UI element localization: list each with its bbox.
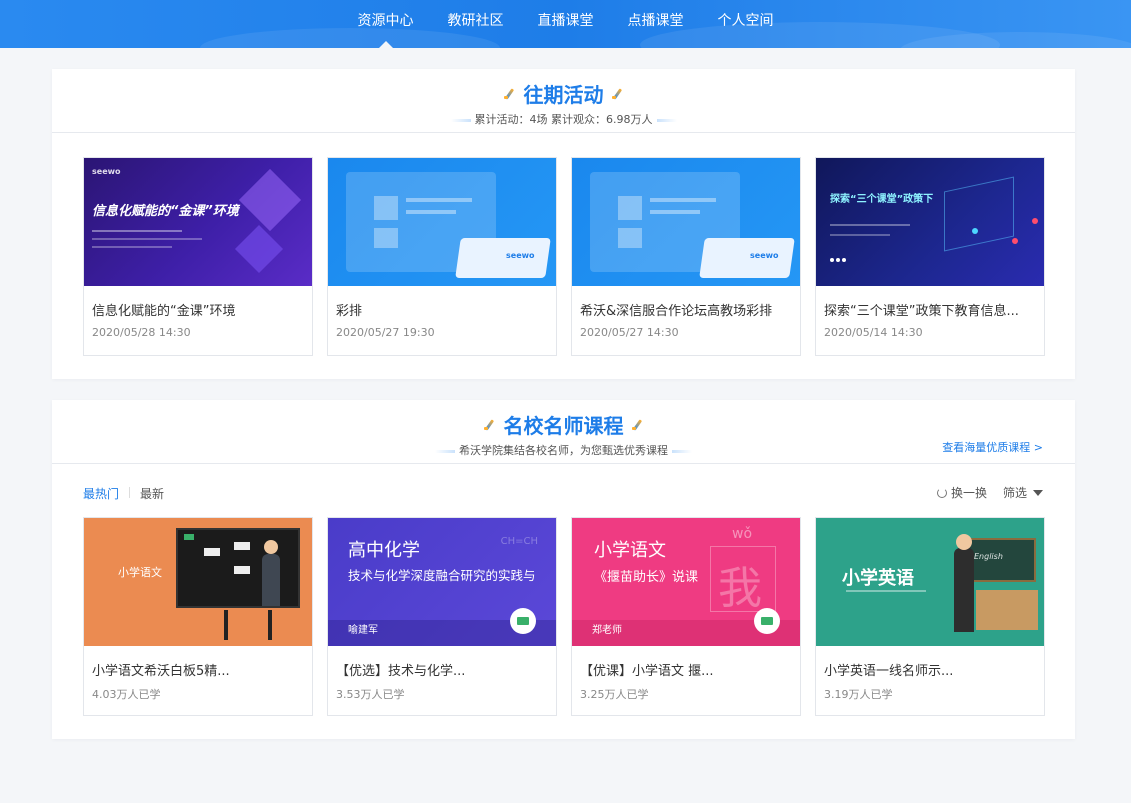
thumbnail-headline: 探索“三个课堂”政策下 xyxy=(830,194,934,205)
refresh-icon xyxy=(936,487,947,498)
seewo-logo: seewo xyxy=(506,251,535,260)
course-thumbnail: 小学语文 《揠苗助长》说课 wǒ 我 郑老师 xyxy=(572,518,800,646)
course-card[interactable]: 高中化学 技术与化学深度融合研究的实践与 CH=CH 喻建军 【优选】技术与化学… xyxy=(327,517,557,716)
course-card[interactable]: 小学英语 English 小学英语一线名师示... 3.19万人已学 xyxy=(815,517,1045,716)
more-courses-link[interactable]: 查看海量优质课程 > xyxy=(942,439,1043,455)
course-thumbnail: 小学英语 English xyxy=(816,518,1044,646)
live-badge-icon xyxy=(510,608,536,634)
course-learners: 3.19万人已学 xyxy=(824,688,893,701)
courses-title-text: 名校名师课程 xyxy=(503,414,624,438)
thumbnail-headline: 信息化赋能的“金课”环境 xyxy=(92,204,239,219)
nav-item-personal-space[interactable]: 个人空间 xyxy=(701,0,791,48)
past-activities-stats-text: 累计活动：4场 累计观众：6.98万人 xyxy=(474,113,653,126)
board-text: English xyxy=(974,552,1003,561)
past-activities-title: 往期活动 xyxy=(503,79,624,108)
thumbnail-subtitle: 技术与化学深度融合研究的实践与 xyxy=(348,568,536,583)
activity-thumbnail: seewo xyxy=(572,158,800,286)
teacher-name: 郑老师 xyxy=(592,625,622,636)
activity-thumbnail: 探索“三个课堂”政策下 xyxy=(816,158,1044,286)
course-thumbnail: 小学语文 xyxy=(84,518,312,646)
course-learners: 3.25万人已学 xyxy=(580,688,649,701)
thumbnail-subtitle: 《揠苗助长》说课 xyxy=(594,570,699,585)
thumbnail-headline: 小学语文 xyxy=(594,540,666,561)
activity-time: 2020/05/27 14:30 xyxy=(580,326,679,339)
courses-header: 名校名师课程 希沃学院集结各校名师，为您甄选优秀课程 查看海量优质课程 > xyxy=(52,400,1075,464)
past-activities-card-list: seewo 信息化赋能的“金课”环境 信息化赋能的“金课”环境 2020/05/… xyxy=(83,157,1045,356)
past-activities-stats: 累计活动：4场 累计观众：6.98万人 xyxy=(52,111,1075,127)
thumbnail-headline: 高中化学 xyxy=(348,540,420,561)
thumbnail-headline: 小学语文 xyxy=(118,566,162,579)
top-nav-bar: 资源中心 教研社区 直播课堂 点播课堂 个人空间 xyxy=(0,0,1131,48)
course-card[interactable]: 小学语文 《揠苗助长》说课 wǒ 我 郑老师 【优课】小学语文 揠... 3.2… xyxy=(571,517,801,716)
thumbnail-formula: CH=CH xyxy=(500,536,538,547)
past-activities-title-text: 往期活动 xyxy=(523,83,604,107)
nav-item-live-class[interactable]: 直播课堂 xyxy=(521,0,611,48)
activity-title: 希沃&深信服合作论坛高教场彩排 xyxy=(580,304,773,319)
tab-newest[interactable]: 最新 xyxy=(140,485,164,502)
course-learners: 3.53万人已学 xyxy=(336,688,405,701)
nav-item-vod-class[interactable]: 点播课堂 xyxy=(611,0,701,48)
thumbnail-pinyin: wǒ xyxy=(732,526,753,542)
activity-title: 彩排 xyxy=(336,304,363,319)
courses-subtitle: 希沃学院集结各校名师，为您甄选优秀课程 xyxy=(52,442,1075,458)
tab-divider xyxy=(129,487,131,498)
past-activities-panel: 往期活动 累计活动：4场 累计观众：6.98万人 seewo 信息化赋能的“金课… xyxy=(52,69,1075,379)
activity-title: 信息化赋能的“金课”环境 xyxy=(92,304,236,319)
filter-dropdown[interactable]: 筛选 xyxy=(1003,484,1043,501)
activity-thumbnail: seewo xyxy=(328,158,556,286)
course-card[interactable]: 小学语文 小学语文希沃白板5精... 4.03万人已学 xyxy=(83,517,313,716)
famous-teacher-courses-panel: 名校名师课程 希沃学院集结各校名师，为您甄选优秀课程 查看海量优质课程 > 最热… xyxy=(52,400,1075,739)
activity-time: 2020/05/28 14:30 xyxy=(92,326,191,339)
course-thumbnail: 高中化学 技术与化学深度融合研究的实践与 CH=CH 喻建军 xyxy=(328,518,556,646)
pencil-deco-icon xyxy=(631,419,644,431)
activity-title: 探索“三个课堂”政策下教育信息... xyxy=(824,304,1019,319)
refresh-button[interactable]: 换一换 xyxy=(936,484,987,501)
course-learners: 4.03万人已学 xyxy=(92,688,161,701)
pencil-deco-icon xyxy=(611,88,624,100)
course-title: 【优课】小学语文 揠... xyxy=(580,664,714,679)
refresh-label: 换一换 xyxy=(950,486,987,500)
tab-hottest[interactable]: 最热门 xyxy=(83,485,119,502)
course-title: 小学语文希沃白板5精... xyxy=(92,664,230,679)
activity-card[interactable]: seewo 信息化赋能的“金课”环境 信息化赋能的“金课”环境 2020/05/… xyxy=(83,157,313,356)
caret-down-icon xyxy=(1033,489,1043,496)
courses-title: 名校名师课程 xyxy=(483,410,644,439)
nav-item-resource-center[interactable]: 资源中心 xyxy=(341,0,431,48)
pencil-deco-icon xyxy=(503,88,516,100)
course-card-list: 小学语文 小学语文希沃白板5精... 4.03万人已学 高中化学 技术与化学深度… xyxy=(83,517,1045,716)
courses-subtitle-text: 希沃学院集结各校名师，为您甄选优秀课程 xyxy=(459,444,668,457)
pencil-deco-icon xyxy=(483,419,496,431)
course-tools: 换一换 筛选 xyxy=(936,484,1043,501)
main-nav: 资源中心 教研社区 直播课堂 点播课堂 个人空间 xyxy=(0,0,1131,48)
thumbnail-character: 我 xyxy=(718,563,762,614)
teacher-name: 喻建军 xyxy=(348,625,378,636)
course-sort-tabs: 最热门 最新 xyxy=(83,485,164,502)
activity-card[interactable]: seewo 彩排 2020/05/27 19:30 xyxy=(327,157,557,356)
activity-card[interactable]: seewo 希沃&深信服合作论坛高教场彩排 2020/05/27 14:30 xyxy=(571,157,801,356)
course-title: 【优选】技术与化学... xyxy=(336,664,466,679)
activity-card[interactable]: 探索“三个课堂”政策下 探索“三个课堂”政策下教育信息... 2020/05/1… xyxy=(815,157,1045,356)
activity-thumbnail: seewo 信息化赋能的“金课”环境 xyxy=(84,158,312,286)
nav-item-teaching-community[interactable]: 教研社区 xyxy=(431,0,521,48)
thumbnail-headline: 小学英语 xyxy=(842,568,914,589)
filter-label: 筛选 xyxy=(1002,486,1027,500)
live-badge-icon xyxy=(754,608,780,634)
seewo-logo: seewo xyxy=(92,167,121,176)
course-title: 小学英语一线名师示... xyxy=(824,664,954,679)
activity-time: 2020/05/14 14:30 xyxy=(824,326,923,339)
activity-time: 2020/05/27 19:30 xyxy=(336,326,435,339)
seewo-logo: seewo xyxy=(750,251,779,260)
past-activities-header: 往期活动 累计活动：4场 累计观众：6.98万人 xyxy=(52,69,1075,133)
